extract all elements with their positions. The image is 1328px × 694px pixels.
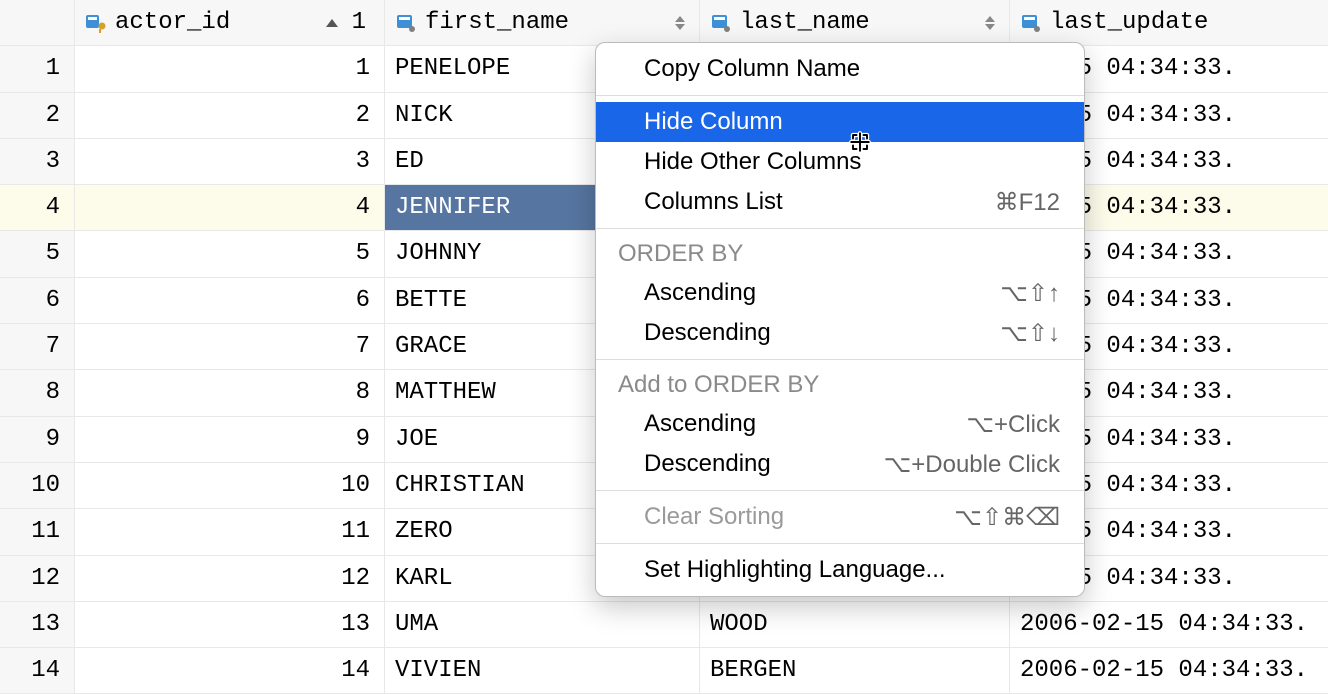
cell-actor-id[interactable]: 12	[75, 556, 385, 602]
menu-shortcut: ⌥⇧↓	[1000, 319, 1060, 348]
menu-label: Clear Sorting	[644, 503, 784, 531]
cell-last-update[interactable]: 2006-02-15 04:34:33.	[1010, 602, 1328, 648]
cell-actor-id[interactable]: 6	[75, 278, 385, 324]
menu-order-ascending[interactable]: Ascending ⌥⇧↑	[596, 273, 1084, 313]
sort-index: 1	[352, 0, 366, 46]
cell-actor-id[interactable]: 13	[75, 602, 385, 648]
sort-toggle-icon[interactable]	[985, 16, 995, 30]
menu-label: Ascending	[644, 279, 756, 307]
menu-add-order-ascending[interactable]: Ascending ⌥+Click	[596, 404, 1084, 444]
menu-add-order-descending[interactable]: Descending ⌥+Double Click	[596, 444, 1084, 484]
menu-heading-add-to-order-by: Add to ORDER BY	[596, 366, 1084, 404]
cell-first-name[interactable]: VIVIEN	[385, 648, 700, 694]
cell-actor-id[interactable]: 4	[75, 185, 385, 231]
column-icon	[1020, 12, 1042, 34]
cell-actor-id[interactable]: 5	[75, 231, 385, 277]
column-name: first_name	[425, 0, 667, 46]
row-header[interactable]: 14	[0, 648, 75, 694]
menu-columns-list[interactable]: Columns List ⌘F12	[596, 182, 1084, 222]
row-header[interactable]: 8	[0, 370, 75, 416]
cell-last-update[interactable]: 2006-02-15 04:34:33.	[1010, 648, 1328, 694]
column-header-actor_id[interactable]: actor_id 1	[75, 0, 385, 46]
sort-asc-icon	[326, 19, 338, 27]
column-context-menu: Copy Column Name Hide Column Hide Other …	[595, 42, 1085, 597]
cell-actor-id[interactable]: 14	[75, 648, 385, 694]
cell-actor-id[interactable]: 11	[75, 509, 385, 555]
column-icon	[710, 12, 732, 34]
menu-label: Columns List	[644, 188, 783, 216]
cell-last-name[interactable]: BERGEN	[700, 648, 1010, 694]
menu-set-highlighting-language[interactable]: Set Highlighting Language...	[596, 550, 1084, 590]
row-header[interactable]: 6	[0, 278, 75, 324]
cell-actor-id[interactable]: 3	[75, 139, 385, 185]
row-header[interactable]: 12	[0, 556, 75, 602]
column-header-first_name[interactable]: first_name	[385, 0, 700, 46]
cell-actor-id[interactable]: 1	[75, 46, 385, 92]
menu-label: Hide Other Columns	[644, 148, 861, 176]
menu-separator	[596, 490, 1084, 491]
cell-actor-id[interactable]: 9	[75, 417, 385, 463]
menu-separator	[596, 95, 1084, 96]
row-header[interactable]: 10	[0, 463, 75, 509]
menu-shortcut: ⌥⇧↑	[1000, 279, 1060, 308]
row-header[interactable]: 4	[0, 185, 75, 231]
menu-order-descending[interactable]: Descending ⌥⇧↓	[596, 313, 1084, 353]
row-header[interactable]: 11	[0, 509, 75, 555]
menu-shortcut: ⌥⇧⌘⌫	[954, 503, 1060, 532]
row-header[interactable]: 7	[0, 324, 75, 370]
menu-label: Ascending	[644, 410, 756, 438]
cell-last-name[interactable]: WOOD	[700, 602, 1010, 648]
menu-label: Set Highlighting Language...	[644, 556, 946, 584]
menu-label: Descending	[644, 319, 771, 347]
column-name: actor_id	[115, 0, 318, 46]
column-name: last_update	[1050, 0, 1319, 46]
cell-actor-id[interactable]: 2	[75, 93, 385, 139]
menu-clear-sorting: Clear Sorting ⌥⇧⌘⌫	[596, 497, 1084, 537]
cell-actor-id[interactable]: 8	[75, 370, 385, 416]
sort-toggle-icon[interactable]	[675, 16, 685, 30]
menu-label: Hide Column	[644, 108, 783, 136]
menu-label: Descending	[644, 450, 771, 478]
row-header[interactable]: 3	[0, 139, 75, 185]
cell-first-name[interactable]: UMA	[385, 602, 700, 648]
menu-shortcut: ⌥+Double Click	[884, 450, 1060, 479]
grid-corner	[0, 0, 75, 46]
cell-actor-id[interactable]: 7	[75, 324, 385, 370]
column-name: last_name	[740, 0, 977, 46]
menu-separator	[596, 359, 1084, 360]
column-icon	[395, 12, 417, 34]
menu-hide-column[interactable]: Hide Column	[596, 102, 1084, 142]
row-header[interactable]: 2	[0, 93, 75, 139]
menu-label: Copy Column Name	[644, 55, 860, 83]
menu-hide-other-columns[interactable]: Hide Other Columns	[596, 142, 1084, 182]
cell-actor-id[interactable]: 10	[75, 463, 385, 509]
menu-copy-column-name[interactable]: Copy Column Name	[596, 49, 1084, 89]
menu-separator	[596, 228, 1084, 229]
column-header-last_name[interactable]: last_name	[700, 0, 1010, 46]
menu-separator	[596, 543, 1084, 544]
row-header[interactable]: 1	[0, 46, 75, 92]
menu-shortcut: ⌘F12	[995, 188, 1060, 217]
menu-shortcut: ⌥+Click	[966, 410, 1060, 439]
row-header[interactable]: 5	[0, 231, 75, 277]
menu-heading-order-by: ORDER BY	[596, 235, 1084, 273]
column-icon	[85, 12, 107, 34]
row-header[interactable]: 13	[0, 602, 75, 648]
column-header-last_update[interactable]: last_update	[1010, 0, 1328, 46]
row-header[interactable]: 9	[0, 417, 75, 463]
